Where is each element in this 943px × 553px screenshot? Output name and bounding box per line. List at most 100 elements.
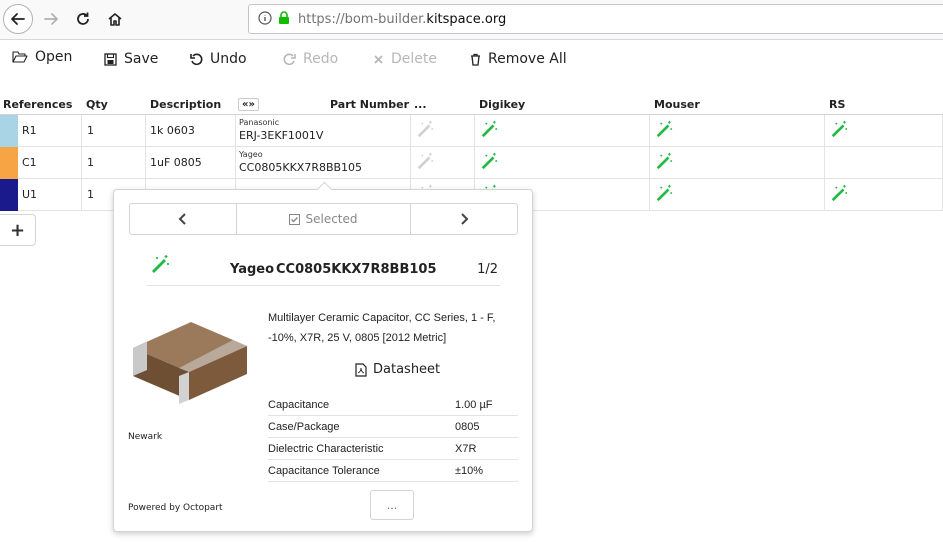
header-rs[interactable]: RS [825, 94, 943, 115]
cell-reference[interactable]: R1 [18, 115, 82, 147]
cell-rs[interactable] [825, 115, 943, 147]
spec-name: Capacitance Tolerance [268, 464, 380, 477]
add-row-button[interactable]: + [0, 214, 36, 246]
header-part-number-label[interactable]: Part Number [330, 98, 409, 111]
collapse-columns-button[interactable]: «» [238, 97, 259, 111]
chevron-right-icon [461, 213, 469, 225]
next-suggestion-button[interactable] [411, 204, 517, 234]
spec-name: Capacitance [268, 398, 330, 411]
redo-icon [283, 53, 296, 66]
back-button[interactable] [3, 4, 33, 34]
cell-digikey[interactable] [475, 115, 650, 147]
selected-toggle-button[interactable]: Selected [237, 204, 411, 234]
spec-row: Dielectric Characteristic X7R [268, 438, 518, 460]
cell-mouser[interactable] [650, 179, 825, 211]
spec-table: Capacitance 1.00 µF Case/Package 0805 Dielec… [268, 394, 518, 482]
url-bar[interactable]: https://bom-builder.kitspace.org [248, 4, 943, 34]
redo-button[interactable]: Redo [283, 51, 338, 67]
row-color-marker [0, 179, 18, 211]
open-button[interactable]: Open [12, 49, 72, 65]
open-label: Open [35, 49, 73, 65]
cell-mouser[interactable] [650, 115, 825, 147]
url-text: https://bom-builder.kitspace.org [298, 11, 507, 27]
part-suggestion-popup: Selected Yageo CC0805KKX7R8BB105 1/2 New… [113, 181, 533, 532]
header-description[interactable]: Description [146, 94, 236, 115]
cell-part-number[interactable]: Yageo CC0805KKX7R8BB105 [236, 147, 411, 179]
spec-row: Capacitance 1.00 µF [268, 394, 518, 416]
undo-icon [190, 53, 203, 66]
cell-qty[interactable]: 1 [82, 115, 146, 147]
delete-button[interactable]: Delete [373, 51, 437, 67]
magic-wand-icon[interactable] [830, 184, 848, 205]
cell-rs[interactable] [825, 147, 943, 179]
forward-button[interactable] [36, 4, 66, 34]
header-digikey[interactable]: Digikey [475, 94, 650, 115]
magic-wand-icon[interactable] [655, 152, 673, 173]
header-qty[interactable]: Qty [82, 94, 146, 115]
magic-wand-icon[interactable] [830, 120, 848, 141]
cell-reference[interactable]: C1 [18, 147, 82, 179]
save-button[interactable]: Save [104, 51, 158, 67]
chevron-left-icon [178, 213, 186, 225]
cell-qty[interactable]: 1 [82, 147, 146, 179]
row-color-marker [0, 115, 18, 147]
suggestion-manufacturer: Yageo [230, 262, 275, 277]
part-manufacturer: Yageo [239, 150, 263, 159]
reload-button[interactable] [68, 4, 98, 34]
header-more[interactable]: ... [411, 94, 475, 115]
suggestion-title: Yageo CC0805KKX7R8BB105 1/2 [147, 250, 500, 286]
previous-suggestion-button[interactable] [130, 204, 238, 234]
powered-by[interactable]: Powered by Octopart [128, 503, 223, 513]
cell-rs[interactable] [825, 179, 943, 211]
save-label: Save [124, 51, 159, 67]
magic-wand-icon[interactable] [416, 120, 434, 141]
spec-value: 0805 [455, 420, 480, 433]
close-icon [373, 54, 384, 65]
image-source: Newark [128, 432, 163, 442]
cell-mouser[interactable] [650, 147, 825, 179]
save-icon [104, 52, 117, 66]
undo-label: Undo [210, 51, 247, 67]
suggestion-mpn: CC0805KKX7R8BB105 [276, 262, 437, 277]
datasheet-label: Datasheet [373, 362, 441, 377]
cell-description[interactable]: 1k 0603 [146, 115, 236, 147]
suggestion-navigation: Selected [129, 203, 518, 235]
header-mouser[interactable]: Mouser [650, 94, 825, 115]
lock-icon [278, 10, 290, 28]
spec-value: 1.00 µF [455, 398, 493, 411]
magic-wand-icon[interactable] [416, 152, 434, 173]
cell-description[interactable]: 1uF 0805 [146, 147, 236, 179]
folder-open-icon [12, 50, 28, 64]
cell-more[interactable] [411, 147, 475, 179]
info-icon[interactable] [258, 10, 272, 28]
home-button[interactable] [100, 4, 130, 34]
undo-button[interactable]: Undo [190, 51, 247, 67]
cell-reference[interactable]: U1 [18, 179, 82, 211]
remove-all-label: Remove All [488, 51, 567, 67]
spec-value: X7R [455, 442, 477, 455]
spec-row: Case/Package 0805 [268, 416, 518, 438]
cell-more[interactable] [411, 115, 475, 147]
magic-wand-icon[interactable] [480, 152, 498, 173]
cell-part-number[interactable]: Panasonic ERJ-3EKF1001V [236, 115, 411, 147]
datasheet-link[interactable]: Datasheet [355, 362, 440, 377]
row-color-marker [0, 147, 18, 179]
header-references[interactable]: References [0, 94, 82, 115]
home-icon [108, 13, 122, 26]
part-mpn: CC0805KKX7R8BB105 [239, 161, 363, 174]
delete-label: Delete [391, 51, 437, 67]
browser-toolbar: https://bom-builder.kitspace.org [0, 0, 943, 40]
magic-wand-icon[interactable] [655, 184, 673, 205]
spec-name: Dielectric Characteristic [268, 442, 384, 455]
more-specs-button[interactable]: ... [370, 490, 414, 520]
checkbox-checked-icon [289, 213, 301, 225]
magic-wand-icon[interactable] [655, 120, 673, 141]
remove-all-button[interactable]: Remove All [470, 51, 567, 67]
magic-wand-icon[interactable] [150, 254, 170, 277]
part-image [129, 318, 249, 413]
spec-row: Capacitance Tolerance ±10% [268, 460, 518, 482]
app-toolbar: Open Save Undo Redo Delete Remove All [0, 40, 943, 78]
header-part-number: «» Part Number [236, 94, 411, 115]
cell-digikey[interactable] [475, 147, 650, 179]
magic-wand-icon[interactable] [480, 120, 498, 141]
